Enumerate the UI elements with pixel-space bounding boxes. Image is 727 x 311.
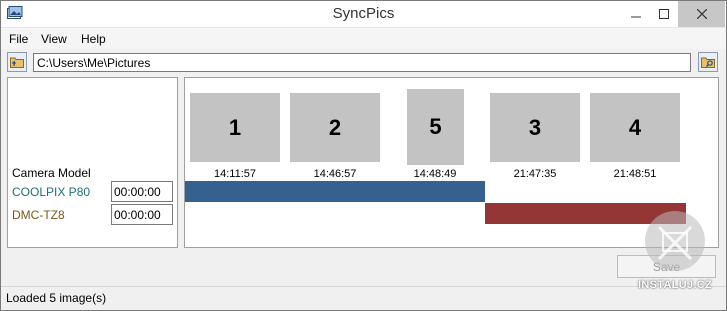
toolbar xyxy=(1,49,726,75)
title-bar: SyncPics xyxy=(1,1,726,28)
window-title: SyncPics xyxy=(332,5,395,22)
thumbnail-time: 14:11:57 xyxy=(213,168,256,180)
minimize-icon xyxy=(631,16,641,18)
timeline-panel: 1 2 5 3 4 14:11:57 14:46:57 14:48:49 21:… xyxy=(184,77,719,248)
folder-up-icon xyxy=(10,57,24,68)
browse-button[interactable] xyxy=(698,52,718,72)
menu-bar: File View Help xyxy=(1,28,726,49)
camera-timeline-bar-2[interactable] xyxy=(485,203,686,224)
thumbnail-label: 5 xyxy=(429,114,442,139)
folder-search-icon xyxy=(701,57,715,68)
status-bar: Loaded 5 image(s) xyxy=(1,286,726,310)
thumbnail[interactable]: 4 xyxy=(590,93,680,162)
maximize-button[interactable] xyxy=(651,1,677,27)
thumbnail-time: 14:46:57 xyxy=(313,168,357,180)
camera-timeline-bar-1[interactable] xyxy=(185,181,485,202)
menu-help[interactable]: Help xyxy=(81,32,106,46)
status-text: Loaded 5 image(s) xyxy=(6,291,107,305)
minimize-button[interactable] xyxy=(623,1,649,27)
thumbnail[interactable]: 2 xyxy=(290,93,380,162)
camera-offset-field-1[interactable] xyxy=(111,181,173,202)
thumbnail-label: 4 xyxy=(628,114,642,140)
camera-offset-field-2[interactable] xyxy=(111,204,173,225)
thumbnail[interactable]: 5 xyxy=(407,89,464,165)
thumbnail-time: 21:47:35 xyxy=(513,168,557,180)
menu-file[interactable]: File xyxy=(9,32,28,46)
close-icon xyxy=(696,9,707,19)
camera-model-header: Camera Model xyxy=(12,166,91,180)
app-window: SyncPics File View Help C:\Users\Me\Pict… xyxy=(0,0,727,311)
thumbnail-label: 2 xyxy=(328,114,342,140)
path-field[interactable] xyxy=(33,53,691,72)
thumbnail-label: 1 xyxy=(228,114,242,140)
thumbnail-label: 3 xyxy=(528,114,542,140)
thumbnail-time: 14:48:49 xyxy=(413,168,457,180)
close-button[interactable] xyxy=(678,1,725,27)
thumbnail-time: 21:48:51 xyxy=(613,168,657,180)
maximize-icon xyxy=(659,9,669,19)
save-button[interactable]: Save xyxy=(617,255,716,278)
thumbnail[interactable]: 1 xyxy=(190,93,280,162)
camera-name-1: COOLPIX P80 xyxy=(12,185,91,199)
camera-list-panel: Camera Model COOLPIX P80 DMC-TZ8 xyxy=(7,77,178,248)
open-folder-button[interactable] xyxy=(7,52,27,72)
camera-name-2: DMC-TZ8 xyxy=(12,208,65,222)
menu-view[interactable]: View xyxy=(41,32,67,46)
thumbnail[interactable]: 3 xyxy=(490,93,580,162)
